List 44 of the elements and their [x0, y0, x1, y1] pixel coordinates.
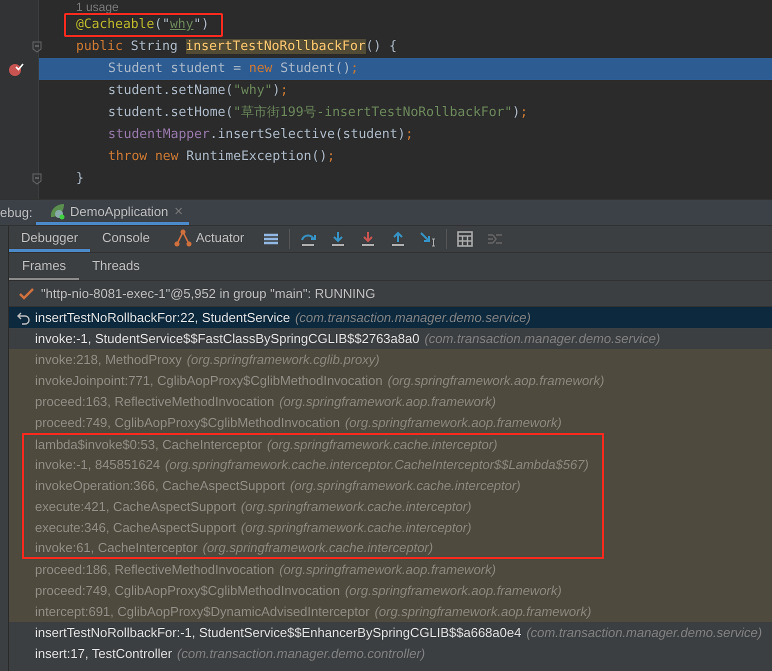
stack-frame[interactable]: lambda$invoke$0:53, CacheInterceptor (org.springframework.cache.interceptor)	[22, 433, 604, 454]
code-line: @Cacheable("why")	[76, 17, 210, 32]
tab[interactable]: Frames	[9, 253, 80, 280]
stack-frame[interactable]: proceed:749, CglibAopProxy$CglibMethodInvocation (org.springframework.aop.framework)	[9, 412, 772, 433]
stack-frame[interactable]: invokeJoinpoint:771, CglibAopProxy$CglibMethodInvocation (org.springframework.aop.framework)	[9, 370, 772, 391]
session-tab[interactable]: DemoApplication ×	[36, 200, 190, 225]
fold-icon[interactable]	[32, 41, 42, 53]
step-into-icon[interactable]	[330, 231, 346, 247]
close-button[interactable]: ×	[174, 202, 184, 220]
stack-frame[interactable]: proceed:186, ReflectiveMethodInvocation (org.springframework.aop.framework)	[9, 559, 772, 580]
code-line: student.setHome("草市街199号-insertTestNoRollbackFor");	[108, 104, 528, 122]
usage-hint[interactable]: 1 usage	[39, 0, 119, 14]
stack-frame[interactable]: intercept:691, CglibAopProxy$DynamicAdvisedInterceptor (org.springframework.aop.framework)	[9, 601, 772, 622]
tab[interactable]: Threads	[79, 253, 153, 280]
stack-frame[interactable]: execute:421, CacheAspectSupport (org.springframework.cache.interceptor)	[22, 496, 604, 517]
force-step-into-icon[interactable]	[360, 231, 376, 247]
stack-frame[interactable]: proceed:749, CglibAopProxy$CglibMethodInvocation (org.springframework.aop.framework)	[9, 580, 772, 601]
tab[interactable]: Debugger	[9, 226, 90, 252]
run-to-cursor-icon[interactable]	[420, 231, 436, 247]
stack-frame[interactable]: invoke:61, CacheInterceptor (org.springframework.cache.interceptor)	[22, 538, 604, 559]
stack-frame[interactable]: execute:346, CacheAspectSupport (org.springframework.cache.interceptor)	[22, 517, 604, 538]
debug-label: ebug:	[0, 204, 34, 222]
return-arrow-icon	[17, 310, 31, 324]
tab[interactable]: Actuator	[162, 226, 256, 252]
code-line: studentMapper.insertSelective(student);	[108, 126, 414, 144]
code-line: public String insertTestNoRollbackFor() {	[76, 38, 397, 56]
code-line: }	[76, 170, 84, 188]
fold-icon[interactable]	[32, 173, 42, 185]
stack-frame[interactable]: invokeOperation:366, CacheAspectSupport (org.springframework.cache.interceptor)	[22, 475, 604, 496]
menu-icon[interactable]	[263, 231, 280, 247]
breakpoint-icon[interactable]	[8, 61, 24, 77]
stack-frame[interactable]: proceed:163, ReflectiveMethodInvocation (org.springframework.aop.framework)	[9, 391, 772, 412]
check-icon	[19, 286, 35, 300]
actuator-icon	[174, 228, 192, 246]
step-out-icon[interactable]	[390, 231, 406, 247]
leaf-icon	[48, 202, 66, 220]
stack-frame[interactable]: invoke:218, MethodProxy (org.springframework.cglib.proxy)	[9, 349, 772, 370]
stack-frame[interactable]: insertTestNoRollbackFor:22, StudentService (com.transaction.manager.demo.service)	[9, 307, 772, 328]
stack-frame[interactable]: invoke:-1, 845851624 (org.springframework.cache.interceptor.CacheInterceptor$$Lambda$567)	[22, 454, 604, 475]
tab[interactable]: Console	[90, 226, 162, 252]
code-line: Student student = new Student();	[108, 60, 358, 78]
code-line: throw new RuntimeException();	[108, 148, 335, 166]
calculator-icon[interactable]	[457, 231, 474, 247]
code-line: student.setName("why");	[108, 82, 288, 100]
